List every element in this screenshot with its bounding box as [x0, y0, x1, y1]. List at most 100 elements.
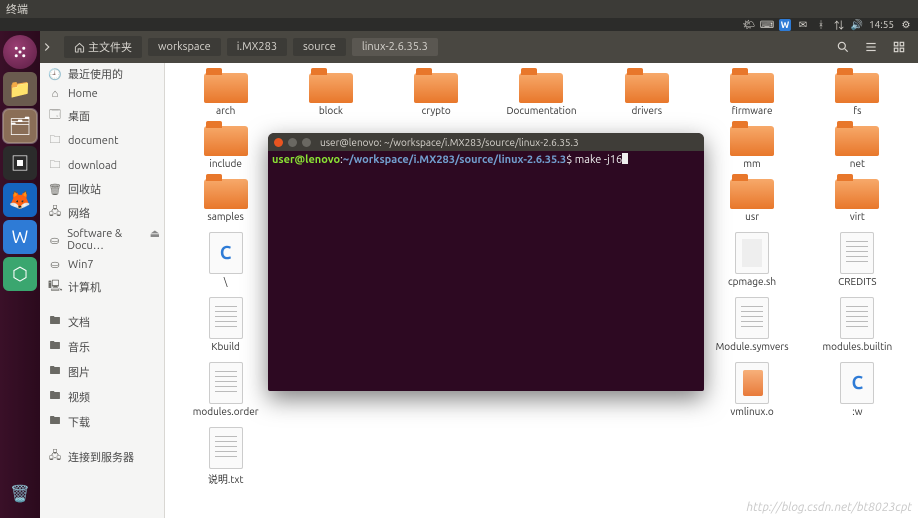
clock-icon: 🕘: [48, 68, 62, 81]
launcher-firefox-icon[interactable]: 🦊: [3, 183, 37, 217]
sidebar-item-label: 网络: [68, 205, 90, 221]
launcher-filemanager-icon[interactable]: 🗂: [3, 109, 37, 143]
folder-icon: [204, 179, 248, 209]
file-label: :w: [852, 406, 862, 417]
file-label: CREDITS: [838, 276, 876, 287]
network-icon[interactable]: ⇅: [833, 19, 845, 31]
sidebar-item-music[interactable]: 🖿音乐: [40, 334, 164, 359]
folder-item[interactable]: crypto: [386, 73, 487, 116]
window-min-icon[interactable]: [288, 138, 297, 147]
file-label: modules.order: [193, 406, 259, 417]
file-item[interactable]: Kbuild: [175, 297, 276, 352]
computer-icon: 🖳: [48, 277, 62, 296]
crumb-source[interactable]: source: [293, 38, 346, 56]
terminal-body[interactable]: user@lenovo:~/workspace/i.MX283/source/l…: [268, 151, 704, 391]
gear-icon[interactable]: ⚙: [900, 19, 912, 31]
crumb-imx[interactable]: i.MX283: [227, 38, 287, 56]
folder-icon: 🗀: [48, 131, 62, 150]
sidebar-item-label: 视频: [68, 389, 90, 405]
eject-icon[interactable]: ⏏: [150, 227, 160, 240]
window-max-icon[interactable]: [302, 138, 311, 147]
folder-item[interactable]: samples: [175, 179, 276, 222]
file-label: include: [209, 158, 242, 169]
grid-view-button[interactable]: [888, 36, 910, 58]
terminal-title: user@lenovo: ~/workspace/i.MX283/source/…: [320, 137, 579, 148]
dash-icon[interactable]: [3, 35, 37, 69]
file-item[interactable]: C\: [175, 232, 276, 287]
sidebar-item-label: 桌面: [68, 108, 90, 124]
file-label: Documentation: [506, 105, 576, 116]
sidebar-item-label: 连接到服务器: [68, 449, 134, 465]
sidebar-item-connect[interactable]: 🖧连接到服务器: [40, 444, 164, 469]
sidebar-item-trash[interactable]: 🗑回收站: [40, 178, 164, 200]
file-item[interactable]: modules.order: [175, 362, 276, 417]
app-title: 终端: [6, 1, 28, 17]
folder-icon: [730, 179, 774, 209]
wps-tray-icon[interactable]: W: [779, 19, 791, 31]
sidebar-item-software[interactable]: ⛀Software & Docu…⏏: [40, 225, 164, 255]
mail-icon[interactable]: ✉: [797, 19, 809, 31]
file-item[interactable]: cpmage.sh: [701, 232, 802, 287]
folder-icon: 🖿: [48, 337, 62, 356]
sidebar-item-downloads2[interactable]: 🖿下载: [40, 409, 164, 434]
sidebar-item-docs[interactable]: 🖿文档: [40, 309, 164, 334]
folder-icon: [204, 73, 248, 103]
launcher-trash-icon[interactable]: 🗑️: [3, 476, 37, 510]
list-view-button[interactable]: [860, 36, 882, 58]
folder-item[interactable]: drivers: [596, 73, 697, 116]
sidebar-item-desktop[interactable]: 🗔桌面: [40, 103, 164, 128]
sidebar-item-home[interactable]: ⌂Home: [40, 85, 164, 103]
sidebar-item-document[interactable]: 🗀 document: [40, 128, 164, 153]
sidebar-item-computer[interactable]: 🖳计算机: [40, 274, 164, 299]
folder-item[interactable]: net: [807, 126, 908, 169]
bluetooth-icon[interactable]: ᚼ: [815, 19, 827, 31]
sidebar-item-label: Win7: [68, 259, 94, 271]
sidebar-item-win7[interactable]: ⛀Win7: [40, 255, 164, 274]
file-item[interactable]: vmlinux.o: [701, 362, 802, 417]
launcher-terminal-icon[interactable]: ▣: [3, 146, 37, 180]
keyboard-layout-icon[interactable]: ⌨: [761, 19, 773, 31]
file-item[interactable]: CREDITS: [807, 232, 908, 287]
terminal-titlebar[interactable]: user@lenovo: ~/workspace/i.MX283/source/…: [268, 133, 704, 151]
sidebar-item-video[interactable]: 🖿视频: [40, 384, 164, 409]
folder-icon: [414, 73, 458, 103]
folder-item[interactable]: include: [175, 126, 276, 169]
launcher-wps-icon[interactable]: W: [3, 220, 37, 254]
folder-item[interactable]: fs: [807, 73, 908, 116]
file-item[interactable]: modules.builtin: [807, 297, 908, 352]
ps1-path: ~/workspace/i.MX283/source/linux-2.6.35.…: [343, 154, 566, 166]
sidebar-item-label: document: [68, 135, 118, 147]
folder-item[interactable]: mm: [701, 126, 802, 169]
folder-item[interactable]: Documentation: [491, 73, 592, 116]
volume-icon[interactable]: 🔊: [851, 19, 863, 31]
folder-item[interactable]: usr: [701, 179, 802, 222]
crumb-home[interactable]: 主文件夹: [64, 36, 142, 58]
launcher-atom-icon[interactable]: ⬡: [3, 257, 37, 291]
watermark: http://blog.csdn.net/bt8023cpt: [746, 501, 912, 514]
text-file-icon: [840, 232, 874, 274]
folder-item[interactable]: arch: [175, 73, 276, 116]
file-item[interactable]: Module.symvers: [701, 297, 802, 352]
folder-icon: [835, 126, 879, 156]
folder-icon: 🖿: [48, 312, 62, 331]
folder-icon: 🖿: [48, 362, 62, 381]
crumb-linux[interactable]: linux-2.6.35.3: [352, 38, 438, 56]
home-label: 主文件夹: [88, 39, 132, 55]
clock[interactable]: 14:55: [869, 19, 894, 30]
window-close-icon[interactable]: [274, 138, 283, 147]
file-item[interactable]: C:w: [807, 362, 908, 417]
folder-item[interactable]: virt: [807, 179, 908, 222]
search-button[interactable]: [832, 36, 854, 58]
sidebar-item-pics[interactable]: 🖿图片: [40, 359, 164, 384]
folder-item[interactable]: firmware: [701, 73, 802, 116]
launcher-files-icon[interactable]: 📁: [3, 72, 37, 106]
terminal-window[interactable]: user@lenovo: ~/workspace/i.MX283/source/…: [268, 133, 704, 391]
file-item[interactable]: 说明.txt: [175, 427, 276, 486]
crumb-workspace[interactable]: workspace: [148, 38, 221, 56]
sidebar-item-recent[interactable]: 🕘最近使用的: [40, 63, 164, 85]
file-label: drivers: [632, 105, 663, 116]
sidebar-item-network[interactable]: 🖧网络: [40, 200, 164, 225]
weather-icon[interactable]: 🌤: [743, 19, 755, 31]
sidebar-item-download[interactable]: 🗀download: [40, 153, 164, 178]
folder-item[interactable]: block: [280, 73, 381, 116]
